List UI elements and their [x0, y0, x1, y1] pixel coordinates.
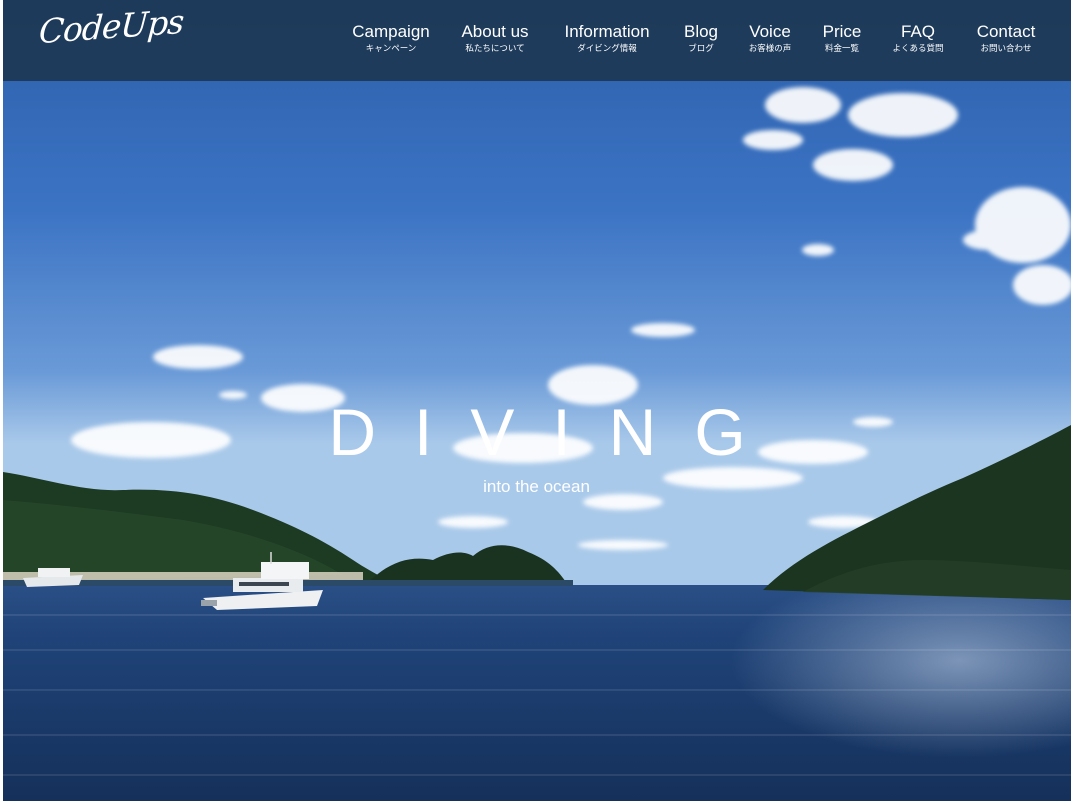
nav-item-sublabel: よくある質問 — [892, 44, 944, 54]
nav-item-label: FAQ — [900, 22, 936, 41]
site-header: CodeUps Campaign キャンペーン About us 私たちについて… — [3, 0, 1071, 81]
nav-item-contact[interactable]: Contact お問い合わせ — [977, 21, 1036, 55]
nav-item-label: Contact — [976, 22, 1036, 41]
nav-item-label: Voice — [749, 22, 791, 41]
nav-item-sublabel: キャンペーン — [365, 44, 417, 54]
nav-item-sublabel: ダイビング情報 — [577, 44, 637, 54]
nav-item-faq[interactable]: FAQ よくある質問 — [892, 21, 943, 55]
nav-item-sublabel: 料金一覧 — [824, 44, 860, 54]
nav-item-campaign[interactable]: Campaign キャンペーン — [352, 21, 430, 55]
nav-item-label: Campaign — [352, 22, 430, 41]
hero-title-block: DIVING into the ocean — [3, 392, 1071, 497]
nav-item-label: Price — [822, 22, 862, 41]
nav-item-label: Blog — [683, 22, 719, 41]
nav-item-about[interactable]: About us 私たちについて — [461, 21, 528, 55]
nav-item-sublabel: お客様の声 — [748, 44, 792, 54]
nav-item-sublabel: お問い合わせ — [980, 44, 1032, 54]
hero-subtitle: into the ocean — [483, 477, 590, 496]
nav-item-voice[interactable]: Voice お客様の声 — [749, 21, 792, 55]
nav-item-label: About us — [461, 22, 529, 41]
nav-item-information[interactable]: Information ダイビング情報 — [564, 21, 649, 55]
main-nav: Campaign キャンペーン About us 私たちについて Informa… — [3, 21, 1071, 61]
nav-item-sublabel: 私たちについて — [465, 44, 525, 54]
nav-item-blog[interactable]: Blog ブログ — [684, 21, 718, 55]
nav-item-price[interactable]: Price 料金一覧 — [823, 21, 862, 55]
page: CodeUps Campaign キャンペーン About us 私たちについて… — [3, 0, 1071, 801]
hero-title: DIVING — [328, 395, 784, 469]
nav-item-label: Information — [564, 22, 650, 41]
nav-item-sublabel: ブログ — [688, 44, 714, 54]
